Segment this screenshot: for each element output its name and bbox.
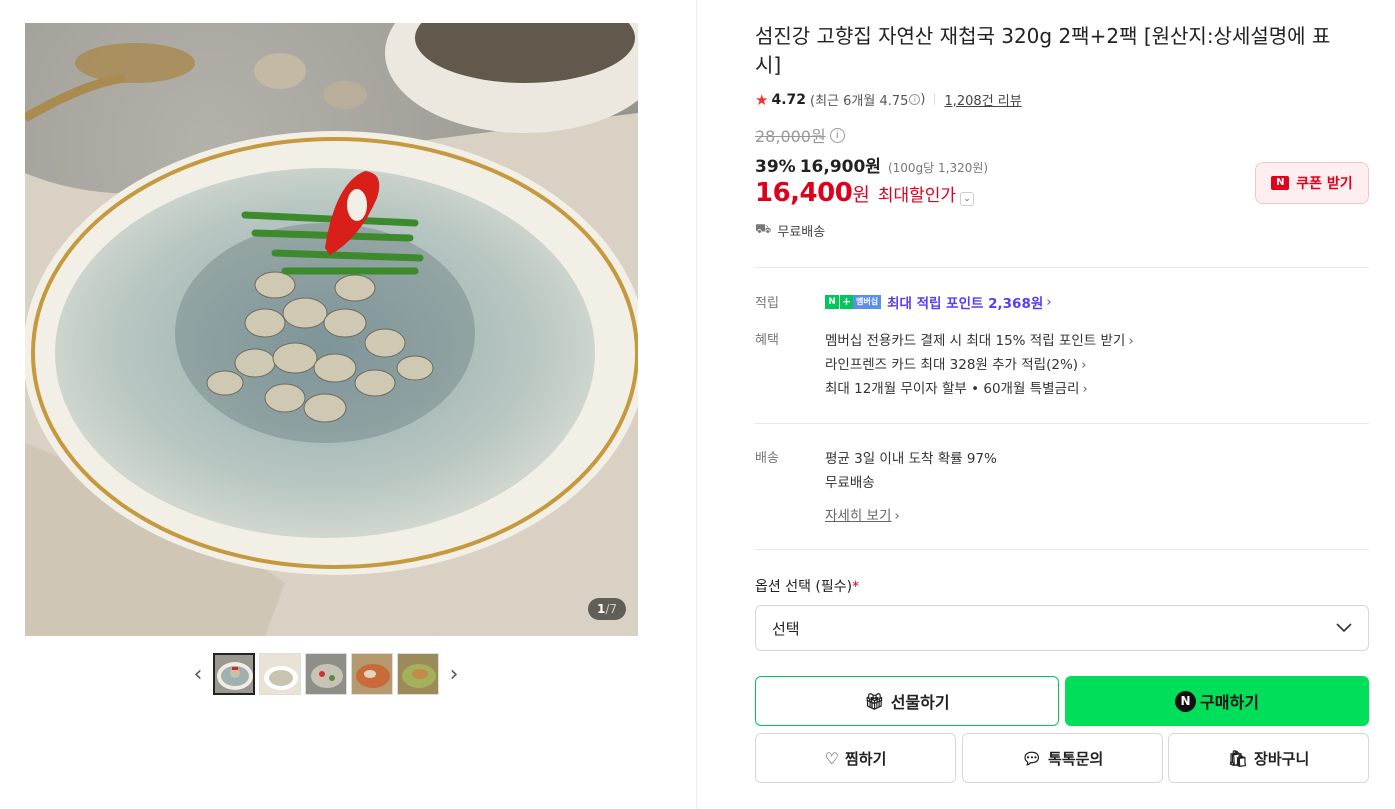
thumbnail-5[interactable] [397, 653, 439, 695]
cart-button[interactable]: 🛍︎ 장바구니 [1168, 733, 1369, 783]
chevron-left-icon[interactable]: ‹ [185, 653, 211, 695]
rating-recent-close: ) [920, 92, 926, 107]
section-divider [755, 549, 1369, 550]
benefit-item-2[interactable]: 라인프렌즈 카드 최대 328원 추가 적립(2%) › [825, 353, 1086, 373]
chevron-right-icon: › [1081, 357, 1087, 373]
unit-price: (100g당 1,320원) [887, 161, 989, 175]
thumbnail-4[interactable] [351, 653, 393, 695]
wish-button[interactable]: ♡ 찜하기 [755, 733, 956, 783]
rating-score: 4.72 [771, 91, 806, 108]
image-counter: 1/7 [587, 598, 626, 620]
option-label: 옵션 선택 (필수)* [755, 579, 860, 595]
thumbnail-2[interactable] [259, 653, 301, 695]
product-title: 섬진강 고향집 자연산 재첩국 320g 2팩+2팩 [원산지:상세설명에 표시… [755, 24, 1331, 77]
product-gallery: 1/7 ‹ › [0, 0, 697, 809]
max-discount-label: 최대할인가 [877, 186, 957, 206]
option-select-value: 선택 [772, 619, 800, 638]
gift-button[interactable]: 🎁︎ 선물하기 [755, 676, 1059, 726]
delivery-label: 배송 [755, 451, 779, 466]
talk-inquiry-button[interactable]: 💬︎ 톡톡문의 [962, 733, 1163, 783]
max-discount-price: 16,400 [755, 178, 853, 208]
chat-bubble-icon: 💬︎ [1021, 748, 1043, 768]
free-shipping-text: 무료배송 [777, 225, 826, 240]
info-icon[interactable]: i [829, 127, 845, 143]
naver-membership-badge: N + 멤버십 [825, 295, 882, 309]
section-divider [755, 267, 1369, 268]
chevron-right-icon: › [1082, 381, 1088, 397]
thumbnail-3[interactable] [305, 653, 347, 695]
chevron-right-icon[interactable]: › [441, 653, 467, 695]
delivery-line-2: 무료배송 [825, 475, 875, 491]
sale-price-row: 39% 16,900원 (100g당 1,320원) [755, 152, 988, 177]
delivery-line-1: 평균 3일 이내 도착 확률 97% [825, 451, 997, 467]
max-discount-won: 원 [852, 184, 870, 206]
original-price-row: 28,000원 i [755, 123, 845, 147]
star-icon: ★ [755, 90, 769, 109]
gift-icon: 🎁︎ [864, 691, 885, 711]
chevron-down-icon [1336, 623, 1352, 633]
benefit-item-3[interactable]: 최대 12개월 무이자 할부 • 60개월 특별금리 › [825, 377, 1088, 397]
sale-price: 16,900원 [799, 157, 881, 177]
info-icon[interactable]: i [909, 94, 921, 105]
discount-percent: 39% [755, 157, 796, 177]
benefit-label: 혜택 [755, 333, 779, 348]
naver-logo-icon: N [1271, 176, 1290, 190]
clam-soup-photo [25, 23, 638, 636]
rating-recent: (최근 6개월 4.75 [810, 94, 909, 109]
option-select[interactable]: 선택 [755, 605, 1369, 651]
review-count-link[interactable]: 1,208건 리뷰 [944, 90, 1021, 109]
chevron-right-icon: › [1128, 333, 1134, 349]
shopping-bag-icon: 🛍︎ [1227, 748, 1249, 768]
benefit-item-1[interactable]: 멤버십 전용카드 결제 시 최대 15% 적립 포인트 받기 › [825, 329, 1134, 349]
delivery-details-link[interactable]: 자세히 보기 › [825, 504, 900, 524]
heart-icon: ♡ [824, 748, 839, 768]
product-main-image[interactable]: 1/7 [25, 23, 638, 636]
naver-pay-icon: N [1175, 690, 1197, 712]
coupon-button[interactable]: N 쿠폰 받기 [1255, 162, 1369, 204]
points-text: 최대 적립 포인트 2,368원 [887, 296, 1044, 312]
thumbnail-1[interactable] [213, 653, 255, 695]
thumbnail-strip: ‹ › [185, 653, 467, 695]
chevron-right-icon: › [894, 508, 900, 524]
divider [934, 94, 936, 105]
free-shipping-row: ⛟ 무료배송 [755, 221, 825, 240]
rating-row: ★ 4.72 (최근 6개월 4.75 i ) 1,208건 리뷰 [755, 90, 1022, 110]
coupon-label: 쿠폰 받기 [1296, 176, 1353, 192]
max-discount-row[interactable]: 16,400 원 최대할인가 ⌄ [755, 178, 975, 208]
chevron-down-icon[interactable]: ⌄ [960, 192, 975, 206]
chevron-right-icon: › [1046, 294, 1052, 310]
points-row[interactable]: N + 멤버십 최대 적립 포인트 2,368원 › [825, 292, 1052, 312]
truck-icon: ⛟ [755, 222, 772, 237]
original-price: 28,000원 [755, 127, 826, 146]
points-label: 적립 [755, 296, 779, 311]
buy-button[interactable]: N 구매하기 [1065, 676, 1369, 726]
section-divider [755, 423, 1369, 424]
